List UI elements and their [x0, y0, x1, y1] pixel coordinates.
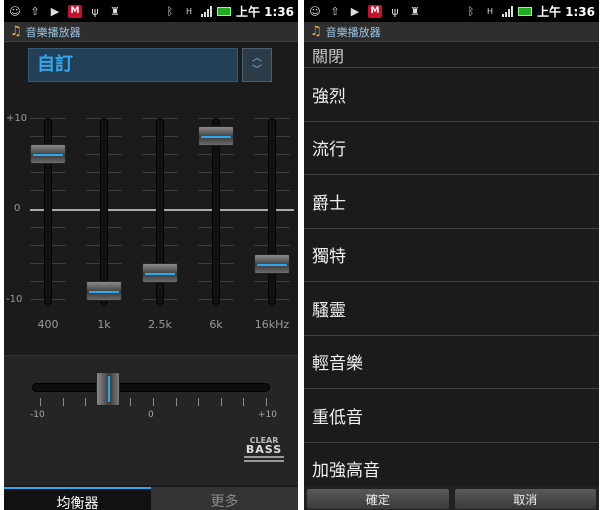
hspa-icon: H [486, 6, 493, 16]
list-item-partial[interactable]: 關閉 [304, 42, 599, 68]
signal-icon [200, 5, 212, 17]
cancel-button[interactable]: 取消 [453, 488, 597, 510]
db-label-bottom: -10 [6, 294, 23, 305]
bass-slider-handle[interactable] [95, 372, 120, 406]
eq-band-handle[interactable] [198, 126, 234, 147]
preset-list-screen: ☺ ⇧ ▶ M ψ ♜ ᛒ H 上午 1:36 ♫ 音樂播放器 關閉 強烈 流行爵… [304, 0, 599, 510]
battery-icon [216, 6, 231, 16]
preset-list-item[interactable]: 爵士 [304, 175, 599, 229]
status-time: 上午 1:36 [235, 4, 294, 19]
android-icon: ♜ [410, 4, 420, 18]
status-bar: ☺ ⇧ ▶ M ψ ♜ ᛒ H 上午 1:36 [4, 0, 298, 22]
app-title: 音樂播放器 [25, 25, 81, 39]
preset-list-item[interactable]: 輕音樂 [304, 336, 599, 389]
bass-tick [130, 398, 132, 406]
message-icon: ☺ [309, 4, 321, 18]
db-label-top: +10 [6, 113, 28, 124]
preset-list-item[interactable]: 重低音 [304, 389, 599, 443]
eq-band-handle[interactable] [254, 253, 290, 274]
status-time: 上午 1:36 [536, 4, 595, 19]
music-note-icon: ♫ [310, 24, 322, 39]
equalizer-panel: +10 0 -10 400 1k 2.5k 6k 16kHz [4, 100, 298, 335]
chevron-up-icon: ︿ [252, 53, 262, 64]
clear-bass-logo-bottom: BASS [245, 443, 283, 456]
preset-list: 關閉 強烈 流行 爵士 獨特 騷靈 輕音樂 重低音 加強高音 [304, 42, 599, 496]
bass-tick [266, 398, 267, 406]
usb-icon: ψ [91, 4, 99, 18]
bluetooth-icon: ᛒ [166, 4, 174, 18]
eq-band-freq-label: 6k [209, 318, 223, 331]
bass-tick [175, 398, 177, 406]
play-icon: ▶ [350, 4, 360, 18]
preset-selector[interactable]: 自訂 [28, 48, 238, 82]
eq-band-freq-label: 400 [37, 318, 59, 331]
app-title-bar: ♫ 音樂播放器 [4, 22, 298, 42]
eq-band-freq-label: 1k [97, 318, 111, 331]
preset-list-item[interactable]: 強烈 [304, 68, 599, 122]
android-icon: ♜ [110, 4, 120, 18]
bass-tick [40, 398, 41, 406]
battery-icon [517, 6, 532, 16]
bass-tick [153, 398, 154, 406]
eq-band-handle[interactable] [30, 144, 66, 165]
eq-band-slider[interactable] [100, 118, 108, 305]
chevron-down-icon: ﹀ [252, 65, 262, 76]
eq-band-freq-label: 2.5k [148, 318, 172, 331]
eq-band-handle[interactable] [142, 262, 178, 283]
play-icon: ▶ [50, 4, 60, 18]
mcafee-icon: M [68, 4, 82, 18]
upload-icon: ⇧ [30, 4, 40, 18]
mcafee-icon: M [368, 4, 382, 18]
ok-button[interactable]: 確定 [306, 488, 450, 510]
bass-tick [198, 398, 200, 406]
bass-max-label: +10 [258, 410, 277, 420]
upload-icon: ⇧ [330, 4, 340, 18]
bottom-tabs: 均衡器 更多 [4, 487, 298, 510]
db-label-zero: 0 [14, 203, 21, 214]
bluetooth-icon: ᛒ [467, 4, 475, 18]
usb-icon: ψ [391, 4, 399, 18]
eq-band-freq-label: 16kHz [254, 318, 290, 331]
dialog-buttons: 確定 取消 [304, 486, 599, 510]
preset-list-item[interactable]: 流行 [304, 122, 599, 175]
preset-label: 自訂 [37, 54, 73, 75]
bass-panel [4, 355, 298, 485]
music-note-icon: ♫ [10, 24, 22, 39]
message-icon: ☺ [9, 4, 21, 18]
preset-list-item[interactable]: 騷靈 [304, 282, 599, 336]
equalizer-screen: ☺ ⇧ ▶ M ψ ♜ ᛒ H 上午 1:36 ♫ 音樂播放器 自訂 ︿ ﹀ +… [4, 0, 298, 510]
bass-tick [220, 398, 222, 406]
eq-band-slider[interactable] [212, 118, 220, 305]
clear-bass-logo: CLEAR BASS [244, 436, 284, 462]
eq-band-slider[interactable] [268, 118, 276, 305]
bass-tick [62, 398, 64, 406]
app-title-bar: ♫ 音樂播放器 [304, 22, 599, 42]
tab-more[interactable]: 更多 [151, 487, 298, 510]
hspa-icon: H [185, 6, 192, 16]
bass-slider-track[interactable] [32, 383, 270, 392]
preset-list-item[interactable]: 獨特 [304, 229, 599, 282]
status-bar: ☺ ⇧ ▶ M ψ ♜ ᛒ H 上午 1:36 [304, 0, 599, 22]
bass-zero-label: 0 [148, 410, 154, 420]
bass-tick [243, 398, 245, 406]
tab-equalizer[interactable]: 均衡器 [4, 487, 151, 510]
eq-band-handle[interactable] [86, 280, 122, 301]
preset-spinner-button[interactable]: ︿ ﹀ [242, 48, 272, 82]
app-title: 音樂播放器 [325, 25, 381, 39]
signal-icon [501, 5, 513, 17]
bass-tick [85, 398, 87, 406]
bass-min-label: -10 [30, 410, 45, 420]
